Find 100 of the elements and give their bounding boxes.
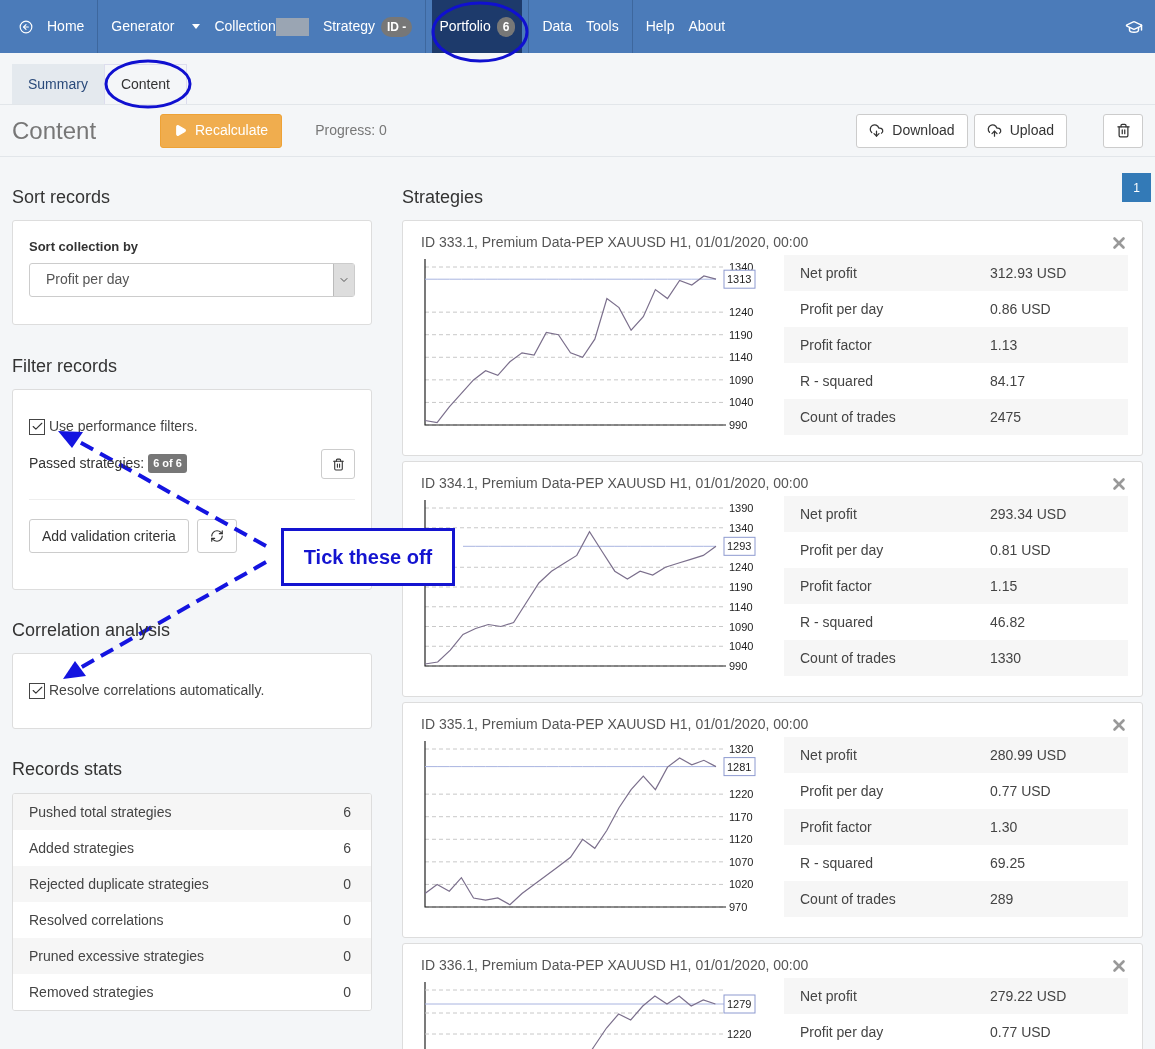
stat-label: Net profit	[799, 504, 858, 524]
upload-button[interactable]: Upload	[973, 113, 1067, 148]
tab[interactable]: Summary	[12, 64, 104, 104]
stat-label: Profit factor	[799, 576, 873, 596]
page-title: Content	[12, 115, 98, 146]
section-heading: Filter records	[12, 355, 119, 378]
stat-value: 0.77 USD	[990, 781, 1051, 801]
tick-label: 1340	[729, 261, 754, 273]
tick-label: 1090	[729, 373, 754, 386]
stat-value: 6	[343, 802, 352, 822]
stat-value: 69.25	[990, 853, 1026, 873]
marker-label: 1313	[727, 273, 752, 286]
count-badge: 6	[496, 16, 516, 37]
stat-value: 312.93 USD	[990, 263, 1067, 283]
stat-label: Count of trades	[799, 889, 897, 909]
stat-value: 289	[990, 889, 1014, 909]
add-criteria-button[interactable]: Add validation criteria	[29, 519, 189, 553]
passed-label: Passed strategies:	[29, 454, 145, 473]
strategy-title: ID 336.1, Premium Data-PEP XAUUSD H1, 01/01/2020, 00:00	[421, 956, 809, 975]
stat-label: Added strategies	[28, 838, 136, 858]
tick-label: 1240	[729, 306, 754, 319]
stat-value: 6	[343, 838, 352, 858]
progress-text: Progress: 0	[315, 121, 387, 140]
stat-value: 0.81 USD	[990, 540, 1051, 560]
stat-value: 1.15	[990, 576, 1018, 596]
marker-label: 1281	[727, 760, 752, 773]
nav-item[interactable]: Portfolio 6	[432, 0, 523, 53]
tick-label: 990	[729, 660, 748, 672]
stat-value: 0	[343, 874, 352, 894]
tick-label: 990	[729, 419, 748, 431]
stat-label: Resolved correlations	[28, 910, 165, 930]
checkbox-label: Resolve correlations automatically.	[49, 681, 265, 700]
tick-label: 1070	[729, 855, 754, 868]
marker-label: 1293	[727, 540, 752, 553]
tick-label: 1190	[729, 328, 753, 341]
tick-label: 1220	[727, 1028, 752, 1040]
nav-item[interactable]: Help	[638, 0, 682, 53]
check-icon	[30, 684, 44, 697]
tick-label: 1190	[729, 581, 753, 593]
nav-item[interactable]: Home	[12, 0, 92, 53]
stat-value: 46.82	[990, 612, 1026, 632]
tick-label: 1340	[729, 521, 754, 534]
stat-label: Pruned excessive strategies	[28, 946, 206, 966]
nav-item[interactable]: Strategy ID -	[315, 0, 420, 53]
stat-value: 280.99 USD	[990, 745, 1067, 765]
stat-label: Removed strategies	[28, 982, 155, 1002]
stat-label: Net profit	[799, 986, 858, 1006]
section-heading: Strategies	[402, 186, 484, 209]
nav-item[interactable]: Data	[535, 0, 579, 53]
stat-label: Profit per day	[799, 299, 885, 319]
stat-value: 279.22 USD	[990, 986, 1067, 1006]
tick-label: 970	[729, 901, 748, 913]
tick-label: 1040	[729, 396, 754, 409]
tick-label: 1020	[729, 878, 754, 891]
stat-label: Profit per day	[799, 1022, 885, 1042]
stat-label: Profit per day	[799, 781, 885, 801]
nav-item[interactable]: Tools	[579, 0, 626, 53]
stat-value: 0.77 USD	[990, 1022, 1051, 1042]
stat-value: 1.13	[990, 335, 1018, 355]
stat-label: Net profit	[799, 745, 858, 765]
tick-label: 1120	[729, 833, 753, 846]
stat-label: Rejected duplicate strategies	[28, 874, 210, 894]
checkbox[interactable]	[29, 418, 45, 435]
nav-item[interactable]: About	[681, 0, 733, 53]
delete-button[interactable]	[1103, 113, 1143, 148]
marker-label: 1279	[727, 998, 752, 1010]
tick-label: 1090	[729, 620, 754, 633]
stat-value: 0	[343, 946, 352, 966]
play-icon	[174, 124, 187, 137]
sort-select[interactable]: Profit per day	[29, 262, 355, 297]
tick-label: 1320	[729, 743, 754, 755]
tick-label: 1240	[729, 561, 754, 574]
delete-button[interactable]	[321, 449, 355, 479]
strategy-title: ID 334.1, Premium Data-PEP XAUUSD H1, 01/01/2020, 00:00	[421, 474, 809, 493]
stat-value: 0	[343, 982, 352, 1002]
field-label: Sort collection by	[29, 238, 140, 256]
tick-label: 1040	[729, 640, 754, 653]
download-button[interactable]: Download	[856, 113, 968, 148]
nav-item[interactable]: Collection	[207, 0, 316, 53]
refresh-button[interactable]	[196, 519, 237, 553]
nav-item[interactable]: Generator	[104, 0, 208, 53]
tick-label: 1170	[729, 810, 753, 823]
stat-value: 1.30	[990, 817, 1018, 837]
trash-icon	[1115, 123, 1131, 138]
strategy-title: ID 335.1, Premium Data-PEP XAUUSD H1, 01/01/2020, 00:00	[421, 715, 809, 734]
stat-value: 293.34 USD	[990, 504, 1067, 524]
cloud-download-icon	[869, 123, 885, 138]
stat-value: 1330	[990, 648, 1022, 668]
redaction-block	[275, 17, 309, 36]
stat-value: 0	[343, 910, 352, 930]
callout-box: Tick these off	[281, 528, 455, 586]
stat-label: Profit factor	[799, 335, 873, 355]
stat-label: Count of trades	[799, 648, 897, 668]
stat-label: Count of trades	[799, 407, 897, 427]
stat-label: Profit per day	[799, 540, 885, 560]
page-button[interactable]: 1	[1122, 173, 1151, 202]
checkbox[interactable]	[29, 682, 45, 699]
stat-label: Profit factor	[799, 817, 873, 837]
cloud-upload-icon	[986, 123, 1002, 138]
strategy-title: ID 333.1, Premium Data-PEP XAUUSD H1, 01/01/2020, 00:00	[421, 233, 809, 252]
